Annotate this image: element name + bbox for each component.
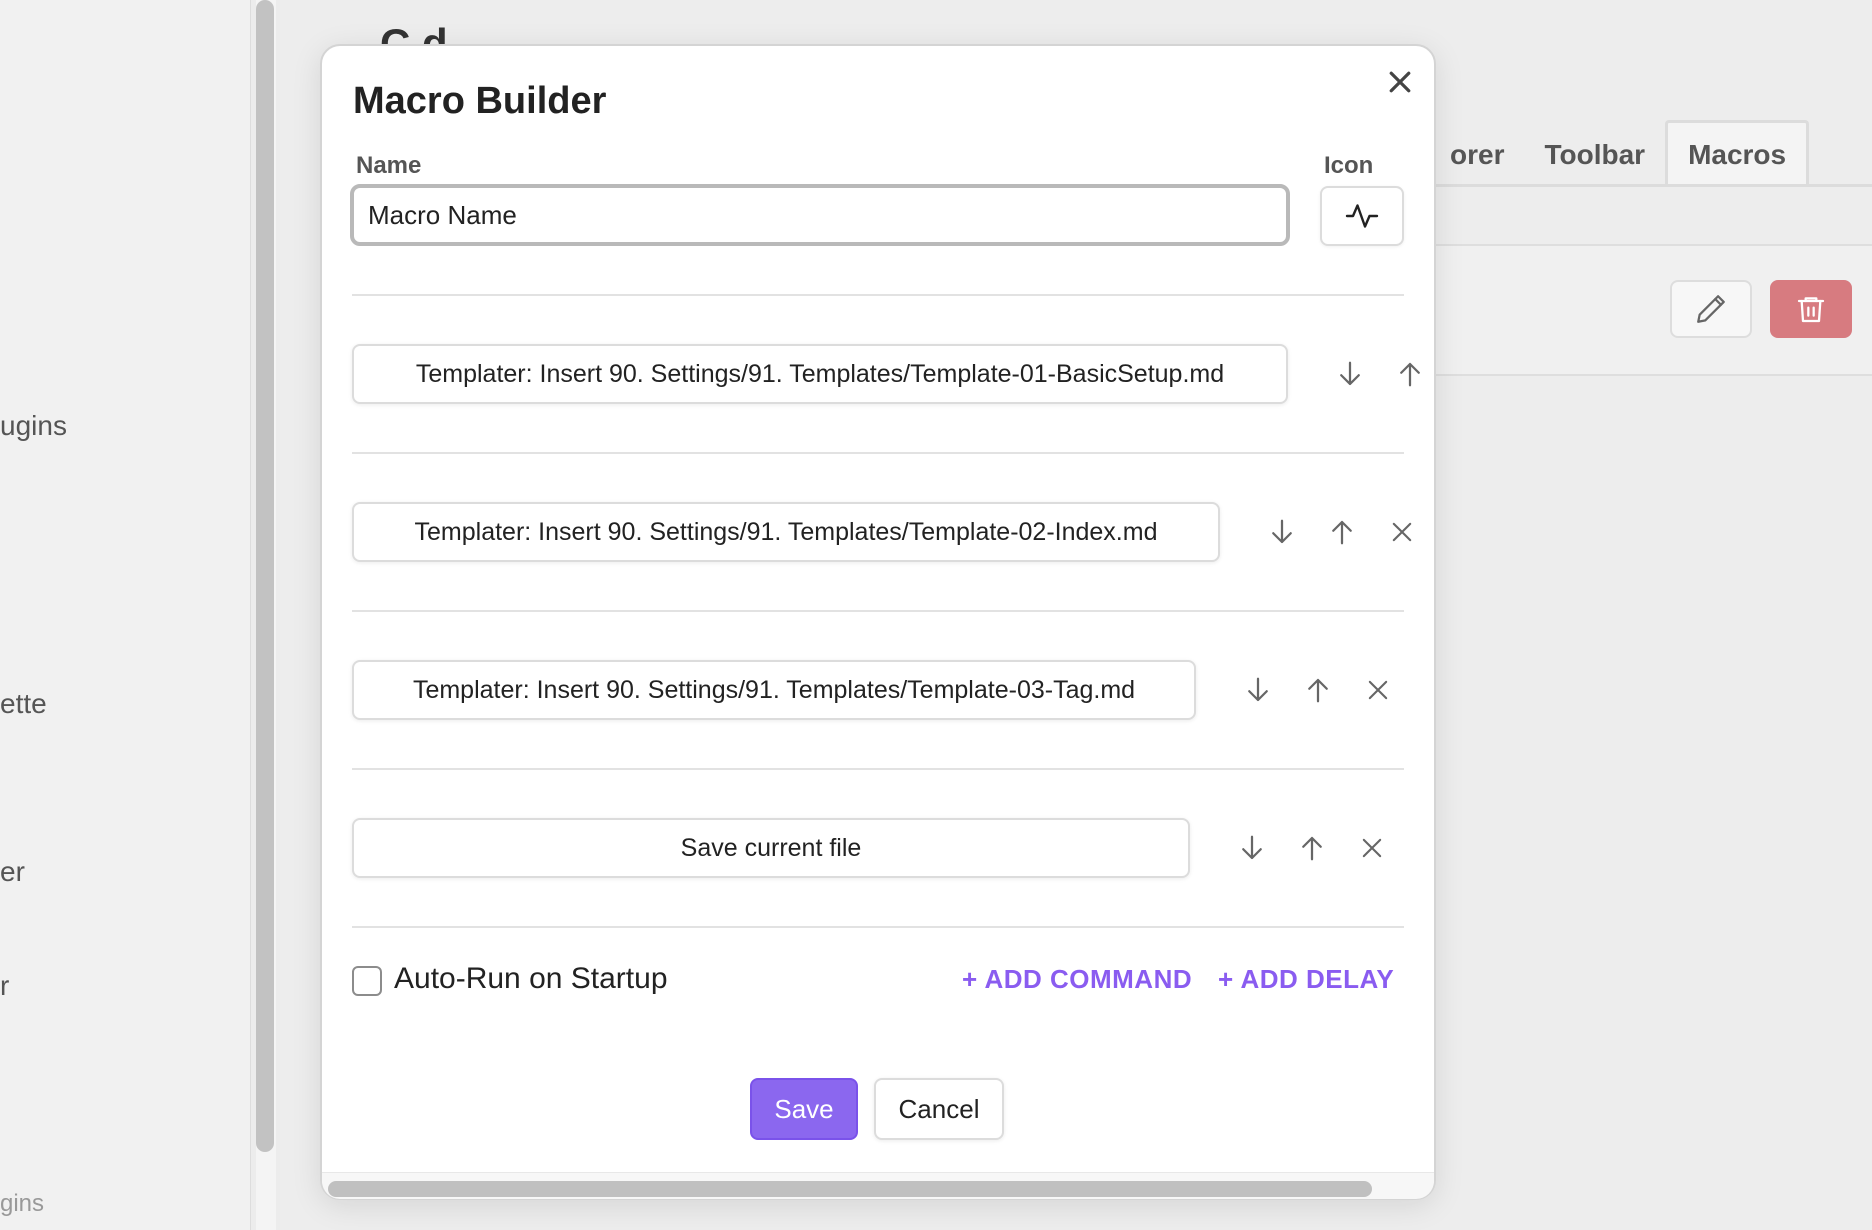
command-button[interactable]: Templater: Insert 90. Settings/91. Templ… [352, 660, 1196, 720]
remove-command-button[interactable] [1382, 512, 1422, 552]
add-command-button[interactable]: + ADD COMMAND [962, 964, 1192, 995]
arrow-down-icon [1242, 835, 1262, 860]
macro-name-input[interactable] [350, 184, 1290, 246]
divider [352, 294, 1404, 296]
trash-icon [1797, 297, 1825, 323]
arrow-up-icon [1400, 362, 1420, 387]
tab-explorer[interactable]: orer [1430, 124, 1524, 186]
move-up-button[interactable] [1390, 354, 1430, 394]
close-icon [1368, 680, 1388, 700]
divider [352, 926, 1404, 928]
command-button[interactable]: Save current file [352, 818, 1190, 878]
command-button[interactable]: Templater: Insert 90. Settings/91. Templ… [352, 502, 1220, 562]
sidebar-item-er[interactable]: er [0, 856, 25, 888]
remove-command-button[interactable] [1358, 670, 1398, 710]
close-icon [1392, 522, 1412, 542]
arrow-up-icon [1308, 678, 1328, 703]
move-up-button[interactable] [1292, 828, 1332, 868]
arrow-up-icon [1302, 836, 1322, 861]
move-down-button[interactable] [1330, 354, 1370, 394]
arrow-down-icon [1248, 677, 1268, 702]
settings-tabs: orer Toolbar Macros [1430, 120, 1810, 186]
close-icon [1389, 71, 1411, 93]
tab-toolbar[interactable]: Toolbar [1524, 124, 1665, 186]
arrow-down-icon [1340, 361, 1360, 386]
edit-macro-button[interactable] [1670, 280, 1752, 338]
pencil-icon [1697, 295, 1725, 323]
icon-picker-button[interactable] [1320, 186, 1404, 246]
sidebar-item-plugins[interactable]: ugins [0, 410, 67, 442]
sidebar-item-r[interactable]: r [0, 970, 9, 1002]
arrow-up-icon [1332, 520, 1352, 545]
move-up-button[interactable] [1322, 512, 1362, 552]
auto-run-label: Auto-Run on Startup [394, 962, 668, 995]
tabs-underline [1430, 184, 1872, 187]
sidebar-scrollbar-thumb[interactable] [256, 0, 274, 1152]
divider [352, 768, 1404, 770]
sidebar-item-palette[interactable]: ette [0, 688, 47, 720]
move-down-button[interactable] [1238, 670, 1278, 710]
sidebar-item-community-plugins[interactable]: gins [0, 1190, 44, 1218]
icon-label: Icon [1324, 152, 1374, 179]
arrow-down-icon [1272, 519, 1292, 544]
modal-horizontal-scrollbar[interactable] [322, 1172, 1434, 1199]
remove-command-button[interactable] [1352, 828, 1392, 868]
delete-macro-button[interactable] [1770, 280, 1852, 338]
close-modal-button[interactable] [1380, 62, 1420, 102]
save-button[interactable]: Save [750, 1078, 858, 1140]
move-up-button[interactable] [1298, 670, 1338, 710]
close-icon [1362, 838, 1382, 858]
auto-run-checkbox[interactable] [352, 966, 382, 996]
divider [352, 610, 1404, 612]
modal-title: Macro Builder [353, 80, 607, 122]
move-down-button[interactable] [1262, 512, 1302, 552]
modal-scrollbar-thumb[interactable] [328, 1181, 1372, 1197]
settings-sidebar: ugins ette er r gins [0, 0, 251, 1230]
divider [352, 452, 1404, 454]
activity-icon [1345, 204, 1379, 228]
name-label: Name [356, 152, 422, 179]
move-down-button[interactable] [1232, 828, 1272, 868]
sidebar-scrollbar[interactable] [256, 0, 276, 1230]
add-delay-button[interactable]: + ADD DELAY [1218, 964, 1394, 995]
command-button[interactable]: Templater: Insert 90. Settings/91. Templ… [352, 344, 1288, 404]
tab-macros[interactable]: Macros [1665, 120, 1810, 186]
cancel-button[interactable]: Cancel [874, 1078, 1004, 1140]
